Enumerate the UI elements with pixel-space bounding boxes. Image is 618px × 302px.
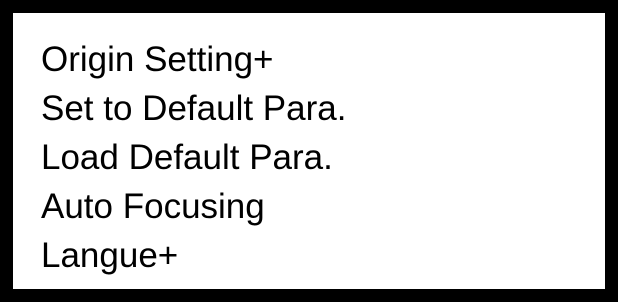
settings-menu: Origin Setting+ Set to Default Para. Loa…	[41, 35, 346, 280]
menu-item-langue[interactable]: Langue+	[41, 231, 346, 280]
menu-item-origin-setting[interactable]: Origin Setting+	[41, 35, 346, 84]
menu-item-set-to-default-para[interactable]: Set to Default Para.	[41, 84, 346, 133]
lcd-screen: Origin Setting+ Set to Default Para. Loa…	[0, 0, 618, 302]
menu-item-load-default-para[interactable]: Load Default Para.	[41, 133, 346, 182]
menu-item-auto-focusing[interactable]: Auto Focusing	[41, 182, 346, 231]
